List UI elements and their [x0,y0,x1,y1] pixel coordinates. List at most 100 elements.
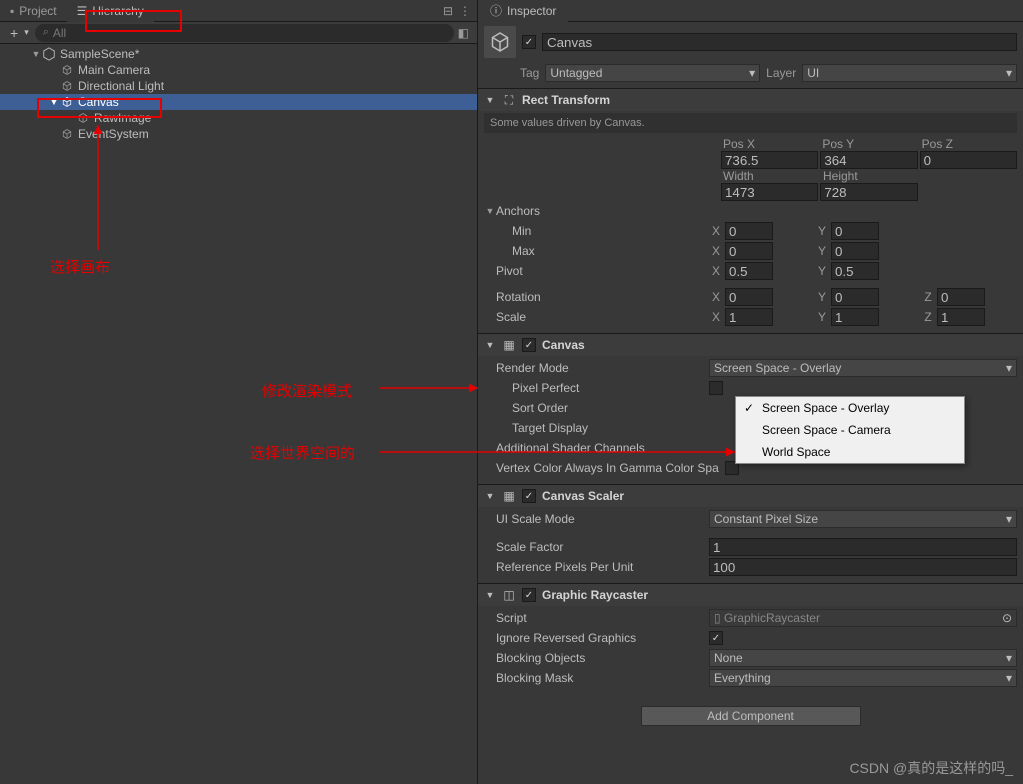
add-component-button[interactable]: Add Component [641,706,861,726]
scale-z[interactable] [937,308,985,326]
lock-icon[interactable]: ⊟ [443,4,453,18]
ref-pixels-input[interactable] [709,558,1017,576]
object-name-input[interactable] [542,33,1017,51]
canvas-icon: ▦ [502,338,516,352]
chevron-down-icon: ▾ [1006,66,1012,80]
height-input[interactable] [820,183,917,201]
ui-scale-mode-label: UI Scale Mode [484,512,709,526]
ignore-reversed-checkbox[interactable]: ✓ [709,631,723,645]
scale-factor-label: Scale Factor [484,540,709,554]
component-title: Graphic Raycaster [542,588,648,602]
fold-icon[interactable]: ▼ [484,590,496,600]
col-posy: Pos Y [820,137,917,151]
component-enable-checkbox[interactable]: ✓ [522,489,536,503]
tree-item-label: RawImage [94,111,151,125]
scale-x[interactable] [725,308,773,326]
filter-icon[interactable]: ◧ [454,26,473,40]
scale-y[interactable] [831,308,879,326]
posy-input[interactable] [820,151,917,169]
anchor-min-y[interactable] [831,222,879,240]
scaler-icon: ▦ [502,489,516,503]
pixel-perfect-checkbox[interactable] [709,381,723,395]
popup-item-world-space[interactable]: World Space [736,441,964,463]
component-header[interactable]: ▼ ◫ ✓ Graphic Raycaster [478,584,1023,606]
inspector-icon: ⓘ [490,2,502,19]
add-button[interactable]: + [4,25,24,41]
posz-input[interactable] [920,151,1017,169]
component-enable-checkbox[interactable]: ✓ [522,588,536,602]
popup-item-label: Screen Space - Overlay [762,401,889,415]
dropdown-icon[interactable]: ▾ [24,27,29,38]
rotation-label: Rotation [484,290,709,304]
tab-inspector[interactable]: ⓘ Inspector [478,0,568,22]
tab-hierarchy-label: Hierarchy [92,4,143,18]
anchors-label: Anchors [496,204,540,218]
tree-item-canvas[interactable]: ▼ Canvas [0,94,477,110]
blocking-objects-value: None [714,651,743,665]
fold-icon[interactable]: ▼ [484,206,496,216]
component-header[interactable]: ▼ ▦ ✓ Canvas Scaler [478,485,1023,507]
anchor-max-label: Max [484,244,709,258]
inspector-tabs: ⓘ Inspector [478,0,1023,22]
rot-z[interactable] [937,288,985,306]
gameobject-icon [60,79,74,93]
tab-inspector-label: Inspector [507,4,556,18]
anchor-max-y[interactable] [831,242,879,260]
fold-icon[interactable]: ▼ [484,95,496,105]
scene-row[interactable]: ▼ SampleScene* [0,46,477,62]
folder-icon: ▪ [10,4,14,18]
fold-icon[interactable]: ▼ [48,97,60,107]
blocking-objects-label: Blocking Objects [484,651,709,665]
add-component-label: Add Component [707,709,794,723]
gameobject-cube-icon[interactable] [484,26,516,58]
fold-icon[interactable]: ▼ [484,340,496,350]
blocking-objects-dropdown[interactable]: None ▾ [709,649,1017,667]
layer-dropdown[interactable]: UI▾ [802,64,1017,82]
posx-input[interactable] [721,151,818,169]
tree-item-label: EventSystem [78,127,149,141]
scale-factor-input[interactable] [709,538,1017,556]
component-title: Canvas Scaler [542,489,624,503]
tab-project-label: Project [19,4,56,18]
rot-y[interactable] [831,288,879,306]
component-enable-checkbox[interactable]: ✓ [522,338,536,352]
ignore-reversed-label: Ignore Reversed Graphics [484,631,709,645]
fold-icon[interactable]: ▼ [30,49,42,59]
search-input[interactable]: ⌕ All [35,24,454,42]
tab-project[interactable]: ▪ Project [0,0,67,22]
blocking-mask-dropdown[interactable]: Everything▾ [709,669,1017,687]
hierarchy-tree: ▼ SampleScene* Main Camera Directional L… [0,44,477,784]
render-mode-value: Screen Space - Overlay [714,361,841,375]
tree-item-directional-light[interactable]: Directional Light [0,78,477,94]
fold-icon[interactable]: ▼ [484,491,496,501]
component-title: Canvas [542,338,585,352]
object-picker-icon[interactable]: ⊙ [1002,611,1012,625]
chevron-down-icon: ▾ [1006,651,1012,665]
ui-scale-mode-dropdown[interactable]: Constant Pixel Size▾ [709,510,1017,528]
raycaster-icon: ◫ [502,588,516,602]
rot-x[interactable] [725,288,773,306]
tree-item-rawimage[interactable]: RawImage [0,110,477,126]
render-mode-dropdown[interactable]: Screen Space - Overlay▾ [709,359,1017,377]
tab-hierarchy[interactable]: ☰ Hierarchy [67,0,154,22]
component-header[interactable]: ▼ ▦ ✓ Canvas [478,334,1023,356]
tree-item-main-camera[interactable]: Main Camera [0,62,477,78]
component-graphic-raycaster: ▼ ◫ ✓ Graphic Raycaster Script▯ GraphicR… [478,583,1023,694]
anchor-max-x[interactable] [725,242,773,260]
pixel-perfect-label: Pixel Perfect [484,381,709,395]
popup-item-camera[interactable]: Screen Space - Camera [736,419,964,441]
active-checkbox[interactable]: ✓ [522,35,536,49]
anchor-min-label: Min [484,224,709,238]
anchor-min-x[interactable] [725,222,773,240]
popup-item-overlay[interactable]: Screen Space - Overlay [736,397,964,419]
tag-dropdown[interactable]: Untagged▾ [545,64,760,82]
pivot-x[interactable] [725,262,773,280]
panel-menu-icon[interactable]: ⋮ [459,4,471,18]
component-header[interactable]: ▼ ⛶ Rect Transform [478,89,1023,111]
gameobject-icon [76,111,90,125]
hierarchy-tabs: ▪ Project ☰ Hierarchy ⊟ ⋮ [0,0,477,22]
pivot-y[interactable] [831,262,879,280]
width-input[interactable] [721,183,818,201]
render-mode-popup: Screen Space - Overlay Screen Space - Ca… [735,396,965,464]
tree-item-eventsystem[interactable]: EventSystem [0,126,477,142]
